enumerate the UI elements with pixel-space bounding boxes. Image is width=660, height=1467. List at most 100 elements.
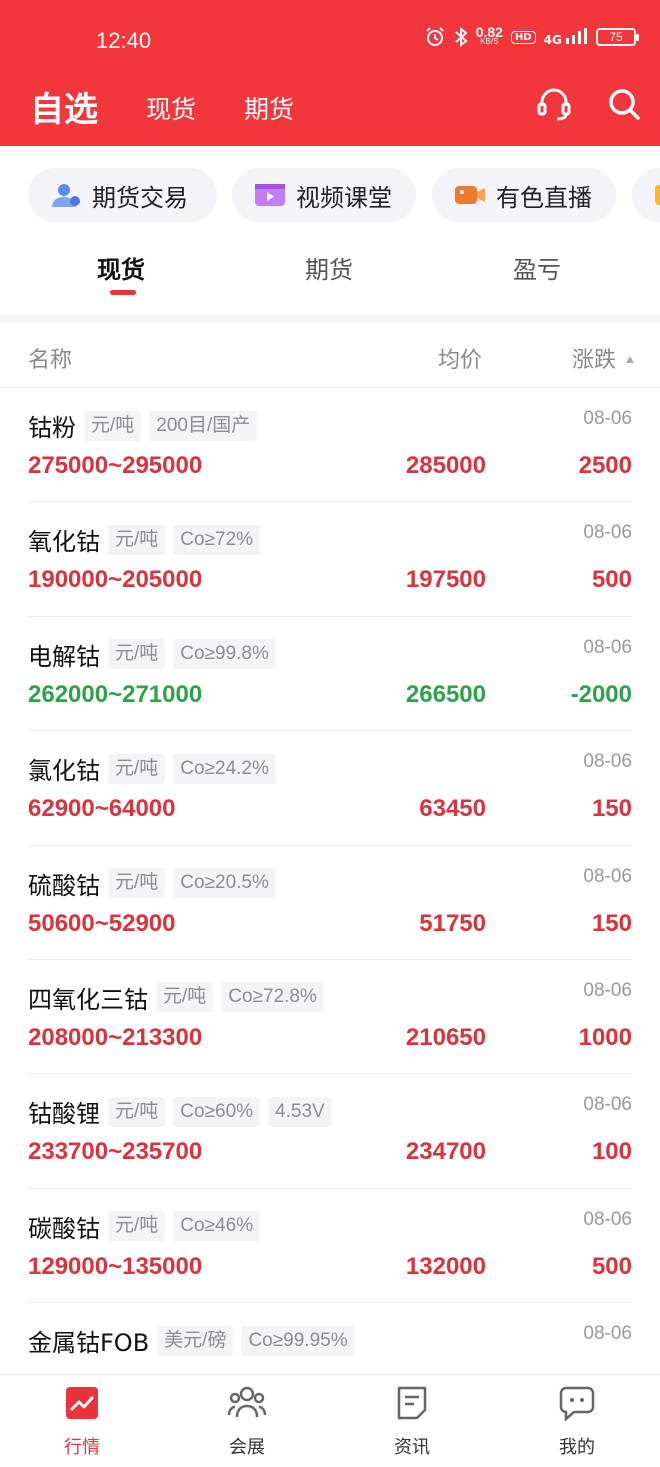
- spec-tag: 元/吨: [108, 1211, 166, 1242]
- price-range: 233700~235700: [28, 1138, 203, 1166]
- average-price: 210650: [405, 1023, 486, 1051]
- chart-icon: [62, 1383, 102, 1423]
- spec-tag: 元/吨: [108, 753, 166, 784]
- table-row[interactable]: 氯化钴 元/吨 Co≥24.2% 08-06 62900~64000 63450 150: [28, 731, 632, 846]
- sort-icon[interactable]: [626, 356, 634, 363]
- price-range: 208000~213300: [28, 1023, 203, 1051]
- spec-tag: Co≥99.95%: [241, 1325, 355, 1356]
- signal-icon: 4G: [544, 27, 588, 47]
- average-price: 234700: [405, 1138, 486, 1166]
- product-name-text: 电解钴: [28, 642, 100, 671]
- price-change: -2000: [570, 680, 632, 708]
- price-date: 08-06: [583, 865, 632, 887]
- product-name: 氧化钴 元/吨 Co≥72%: [28, 522, 261, 557]
- product-name-text: 金属钴FOB: [28, 1329, 150, 1358]
- battery-icon: 75: [596, 28, 639, 46]
- people-icon: [227, 1383, 267, 1423]
- spec-tag: Co≥72%: [173, 524, 261, 555]
- price-range: 262000~271000: [28, 680, 203, 708]
- spec-tag: Co≥99.8%: [173, 639, 276, 670]
- page-title[interactable]: 自选: [30, 82, 98, 131]
- search-icon[interactable]: [604, 84, 644, 124]
- net-speed: 0.82 KB/S: [475, 24, 503, 46]
- price-change: 500: [591, 566, 632, 594]
- average-price: 197500: [405, 566, 486, 594]
- headset-icon[interactable]: [534, 84, 574, 124]
- product-name-text: 氧化钴: [28, 528, 100, 557]
- table-row[interactable]: 氧化钴 元/吨 Co≥72% 08-06 190000~205000 197500 500: [28, 502, 632, 617]
- quick-link-live-broadcast[interactable]: 有色直播: [432, 168, 616, 222]
- header-tab-futures[interactable]: 期货: [244, 90, 294, 126]
- table-row[interactable]: 碳酸钴 元/吨 Co≥46% 08-06 129000~135000 132000 500: [28, 1189, 632, 1304]
- spec-tag: Co≥72.8%: [221, 982, 324, 1013]
- user-icon: [50, 182, 82, 208]
- spec-tag: Co≥20.5%: [173, 868, 276, 899]
- column-name: 名称: [28, 348, 73, 373]
- quick-link-more[interactable]: [632, 168, 660, 222]
- video-icon: [254, 182, 286, 208]
- status-bar: 12:40 0.82 KB/S HD 4G 75: [0, 0, 660, 80]
- price-change: 100: [591, 1138, 632, 1166]
- average-price: 51750: [419, 909, 486, 937]
- spec-tag: 元/吨: [108, 524, 166, 555]
- price-date: 08-06: [583, 979, 632, 1001]
- hd-badge: HD: [510, 30, 536, 44]
- spec-tag: Co≥60%: [173, 1096, 261, 1127]
- tab-spot[interactable]: 现货: [97, 250, 145, 285]
- price-change: 150: [591, 795, 632, 823]
- quick-link-futures-trading[interactable]: 期货交易: [28, 168, 217, 222]
- spec-tag: 元/吨: [108, 1096, 166, 1127]
- status-time: 12:40: [96, 28, 152, 53]
- status-indicators: 0.82 KB/S HD 4G 75: [424, 24, 639, 48]
- table-row[interactable]: 钴酸锂 元/吨 Co≥60% 4.53V 08-06 233700~235700 23470…: [28, 1074, 632, 1189]
- price-date: 08-06: [583, 408, 632, 429]
- bottom-tab-profile[interactable]: 我的: [522, 1383, 632, 1459]
- camera-icon: [454, 182, 486, 208]
- active-tab-indicator: [110, 290, 136, 295]
- more-icon: [654, 182, 660, 208]
- price-range: 275000~295000: [28, 452, 203, 479]
- average-price: 63450: [419, 795, 486, 823]
- product-name-text: 四氧化三钴: [28, 985, 148, 1014]
- bottom-tab-news[interactable]: 资讯: [357, 1383, 467, 1459]
- header-tab-spot[interactable]: 现货: [146, 90, 196, 126]
- table-row[interactable]: 四氧化三钴 元/吨 Co≥72.8% 08-06 208000~213300 210650…: [28, 960, 632, 1075]
- price-range: 50600~52900: [28, 909, 176, 937]
- tab-futures[interactable]: 期货: [305, 250, 353, 285]
- spec-tag: 元/吨: [156, 982, 214, 1013]
- price-date: 08-06: [583, 751, 632, 773]
- product-name-text: 碳酸钴: [28, 1214, 100, 1243]
- price-date: 08-06: [583, 1208, 632, 1230]
- product-name-text: 氯化钴: [28, 757, 100, 786]
- bottom-tab-exhibition[interactable]: 会展: [192, 1383, 302, 1459]
- table-row[interactable]: 钴粉 元/吨 200目/国产 08-06 275000~295000 285000 2500: [28, 388, 632, 503]
- product-name-text: 钴粉: [28, 414, 76, 442]
- spec-tag: Co≥24.2%: [173, 753, 276, 784]
- table-row[interactable]: 电解钴 元/吨 Co≥99.8% 08-06 262000~271000 266500 -2…: [28, 617, 632, 732]
- column-change[interactable]: 涨跌: [572, 342, 616, 374]
- price-date: 08-06: [583, 522, 632, 544]
- price-change: 2500: [578, 452, 632, 479]
- price-date: 08-06: [583, 1323, 632, 1345]
- product-name: 钴粉 元/吨 200目/国产: [28, 408, 258, 443]
- price-range: 190000~205000: [28, 566, 203, 594]
- spec-tag: Co≥46%: [173, 1211, 261, 1242]
- quick-link-video-class[interactable]: 视频课堂: [232, 168, 416, 222]
- bottom-tab-market[interactable]: 行情: [27, 1383, 137, 1459]
- average-price: 266500: [405, 680, 486, 708]
- price-list[interactable]: 钴粉 元/吨 200目/国产 08-06 275000~295000 285000 2500…: [0, 388, 660, 1374]
- table-row[interactable]: 金属钴FOB 美元/磅 Co≥99.95% 08-06: [28, 1303, 632, 1374]
- sub-tabs: 现货 期货 盈亏: [0, 246, 660, 306]
- product-name: 金属钴FOB 美元/磅 Co≥99.95%: [28, 1323, 355, 1358]
- tab-profit-loss[interactable]: 盈亏: [513, 250, 561, 285]
- spec-tag: 元/吨: [108, 868, 166, 899]
- bottom-nav: 行情 会展 资讯 我的: [0, 1374, 660, 1467]
- product-name: 钴酸锂 元/吨 Co≥60% 4.53V: [28, 1094, 332, 1129]
- alarm-icon: [424, 26, 446, 48]
- spec-tag: 元/吨: [84, 410, 142, 441]
- price-change: 150: [591, 909, 632, 937]
- price-date: 08-06: [583, 636, 632, 658]
- product-name: 硫酸钴 元/吨 Co≥20.5%: [28, 866, 276, 901]
- table-row[interactable]: 硫酸钴 元/吨 Co≥20.5% 08-06 50600~52900 51750 150: [28, 846, 632, 960]
- news-icon: [392, 1383, 432, 1423]
